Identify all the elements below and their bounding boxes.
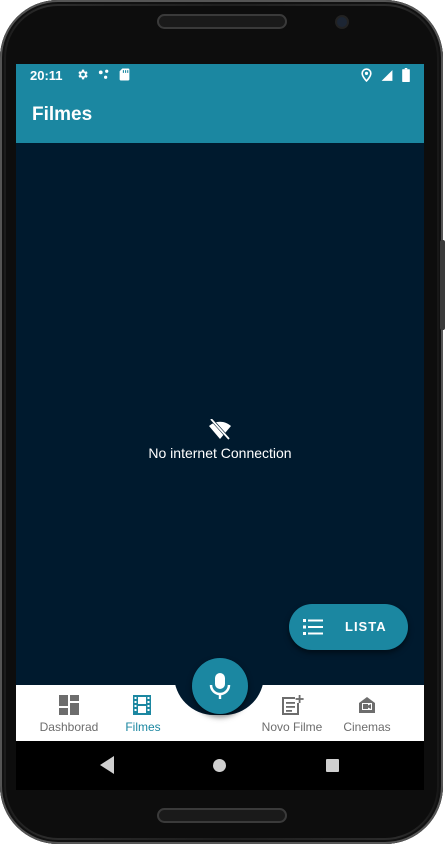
recent-apps-icon[interactable]	[326, 759, 339, 772]
nav-label-cinemas: Cinemas	[343, 720, 391, 734]
power-button[interactable]	[440, 290, 445, 330]
back-icon[interactable]	[100, 756, 114, 774]
mic-icon	[209, 673, 231, 699]
battery-icon	[402, 68, 410, 82]
status-time: 20:11	[30, 68, 63, 83]
dots-icon	[98, 69, 109, 79]
nav-label-filmes: Filmes	[125, 720, 161, 734]
wifi-off-icon	[209, 419, 231, 441]
nav-item-filmes[interactable]: Filmes	[103, 685, 183, 741]
lista-label: LISTA	[345, 619, 387, 634]
cinema-icon	[359, 697, 375, 713]
home-icon[interactable]	[213, 759, 226, 772]
location-icon	[361, 68, 372, 82]
nav-item-dashboard[interactable]: Dashborad	[29, 685, 109, 741]
nav-label-dashboard: Dashborad	[39, 720, 99, 734]
bottom-speaker	[157, 808, 287, 823]
offline-message: No internet Connection	[16, 419, 424, 463]
device-screen: 20:11 Filmes No internet Connection LIST…	[16, 64, 424, 790]
app-bar: Filmes	[16, 88, 424, 143]
status-bar: 20:11	[16, 64, 424, 88]
mic-button[interactable]	[192, 658, 248, 714]
sd-card-icon	[119, 68, 130, 81]
lista-button[interactable]: LISTA	[289, 604, 408, 650]
gear-icon	[78, 69, 88, 80]
nav-item-cinemas[interactable]: Cinemas	[327, 685, 407, 741]
nav-item-novo-filme[interactable]: Novo Filme	[252, 685, 332, 741]
page-title: Filmes	[32, 104, 93, 125]
dashboard-icon	[59, 695, 79, 715]
post-add-icon	[282, 695, 304, 715]
signal-icon	[381, 69, 393, 81]
front-camera	[337, 17, 347, 27]
list-icon	[303, 619, 323, 635]
top-speaker	[157, 14, 287, 29]
nav-label-novo-filme: Novo Filme	[261, 720, 323, 734]
offline-text: No internet Connection	[148, 445, 292, 461]
system-navigation	[16, 741, 424, 790]
film-icon	[133, 695, 151, 715]
